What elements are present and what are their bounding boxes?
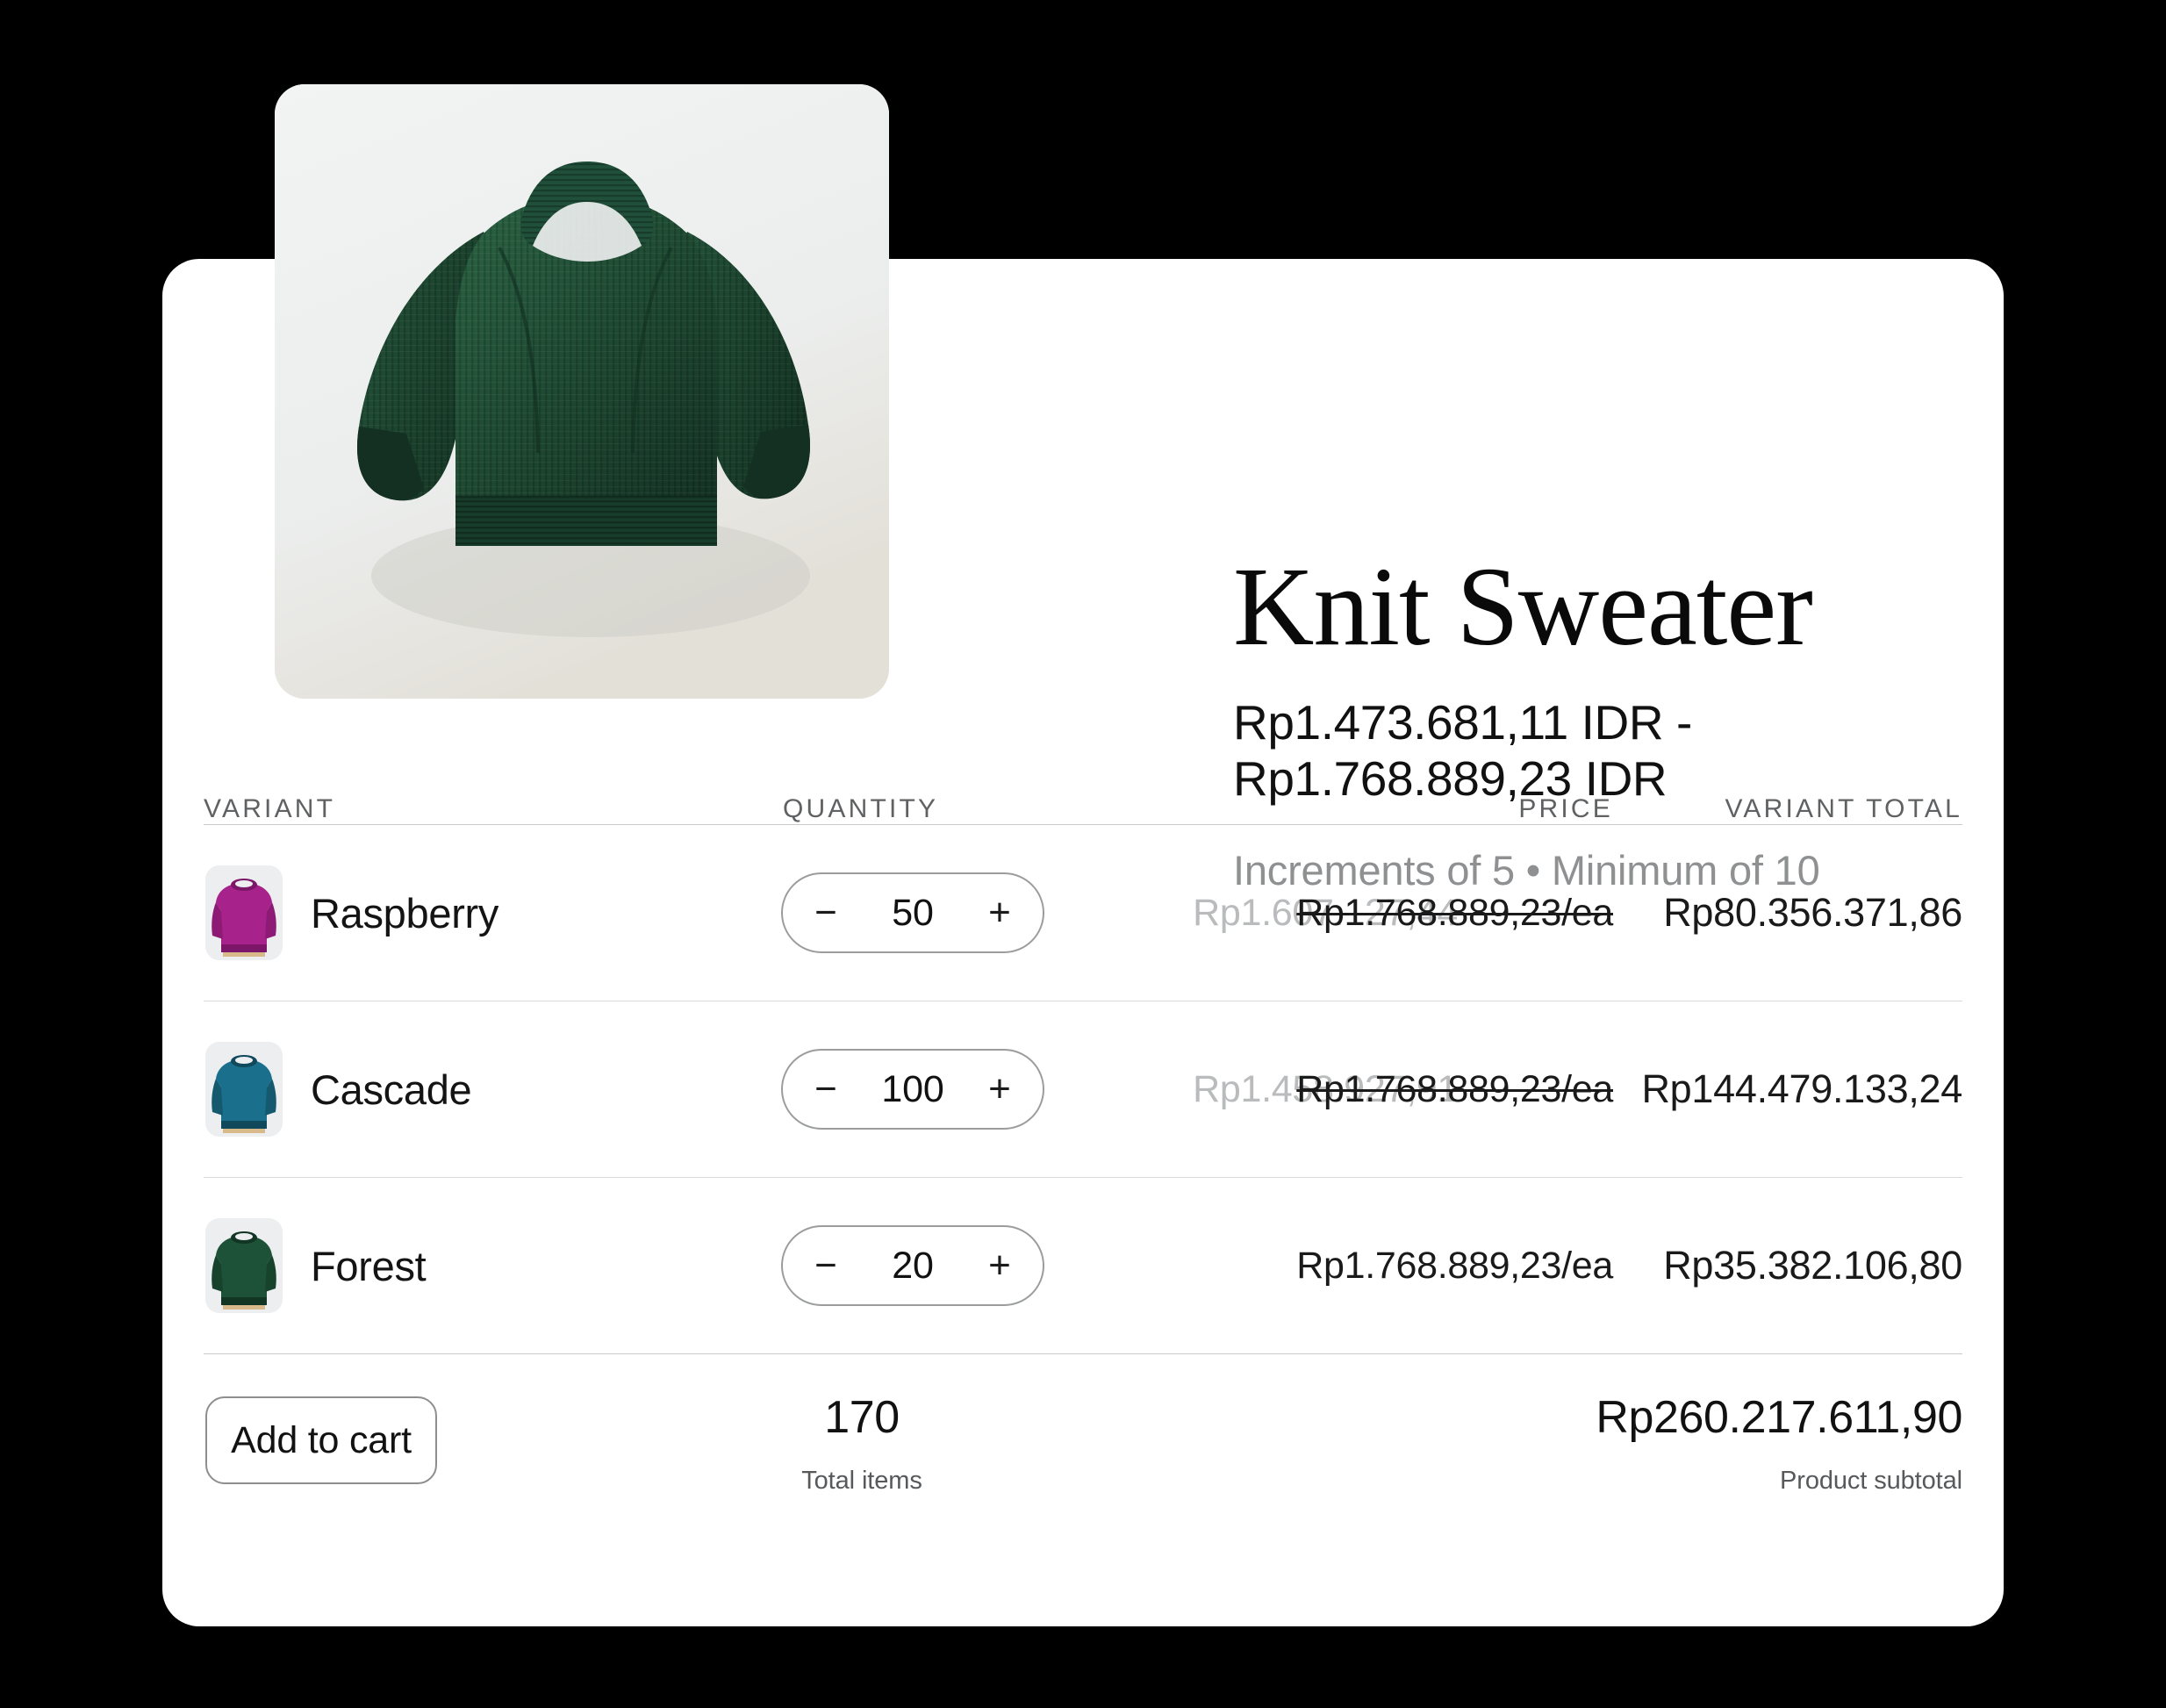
quantity-input[interactable]: 100 [846, 1068, 979, 1111]
product-subtotal-caption: Product subtotal [1780, 1467, 1962, 1495]
total-items-value: 170 [824, 1392, 900, 1443]
unit-price: Rp1.768.889,23/ea [1296, 1067, 1613, 1110]
product-hero-image[interactable] [275, 84, 889, 699]
decrement-button[interactable]: − [806, 893, 846, 932]
increment-button[interactable]: + [979, 893, 1020, 932]
decrement-button[interactable]: − [806, 1246, 846, 1285]
variant-name: Forest [311, 1242, 427, 1289]
quantity-stepper[interactable]: − 50 + [781, 872, 1044, 953]
quantity-input[interactable]: 20 [846, 1245, 979, 1288]
add-to-cart-button[interactable]: Add to cart [205, 1396, 437, 1484]
table-row: Forest − 20 + Rp1.768.889,23/ea Rp35.382… [204, 1178, 1962, 1353]
unit-price: Rp1.768.889,23/ea [1296, 891, 1613, 934]
variant-swatch-forest[interactable] [205, 1218, 283, 1313]
variant-name: Raspberry [311, 889, 499, 937]
product-header: Knit Sweater Rp1.473.681,11 IDR - Rp1.76… [1233, 544, 2155, 894]
variant-rows: Raspberry − 50 + Rp1.607.127,44 Rp1.768.… [204, 825, 1962, 1353]
unit-price: Rp1.768.889,23/ea [1296, 1244, 1613, 1287]
increment-button[interactable]: + [979, 1246, 1020, 1285]
quantity-stepper[interactable]: − 100 + [781, 1049, 1044, 1130]
quantity-input[interactable]: 50 [846, 892, 979, 935]
variant-swatch-raspberry[interactable] [205, 865, 283, 960]
total-items-caption: Total items [801, 1467, 922, 1495]
variant-swatch-cascade[interactable] [205, 1042, 283, 1137]
variant-total: Rp144.479.133,24 [1641, 1066, 1962, 1111]
page-title: Knit Sweater [1233, 544, 1813, 669]
variant-total: Rp80.356.371,86 [1663, 890, 1962, 935]
column-header-quantity: QUANTITY [783, 794, 939, 823]
price-range-line-2: Rp1.768.889,23 IDR [1233, 750, 1668, 806]
increment-button[interactable]: + [979, 1070, 1020, 1109]
purchase-terms: Increments of 5 • Minimum of 10 [1233, 846, 1820, 893]
variant-total: Rp35.382.106,80 [1663, 1243, 1962, 1288]
product-subtotal-value: Rp260.217.611,90 [1596, 1392, 1962, 1443]
price-range: Rp1.473.681,11 IDR - Rp1.768.889,23 IDR [1233, 695, 2155, 807]
decrement-button[interactable]: − [806, 1070, 846, 1109]
quantity-stepper[interactable]: − 20 + [781, 1225, 1044, 1306]
column-header-variant: VARIANT [204, 794, 336, 823]
total-items-group: 170 Total items [730, 1391, 993, 1496]
price-range-line-1: Rp1.473.681,11 IDR - [1233, 695, 1692, 750]
table-row: Cascade − 100 + Rp1.458.927,91 Rp1.768.8… [204, 1001, 1962, 1177]
card-footer: Add to cart 170 Total items Rp260.217.61… [204, 1354, 1962, 1539]
product-subtotal-group: Rp260.217.611,90 Product subtotal [1596, 1391, 1962, 1496]
variant-name: Cascade [311, 1066, 472, 1113]
